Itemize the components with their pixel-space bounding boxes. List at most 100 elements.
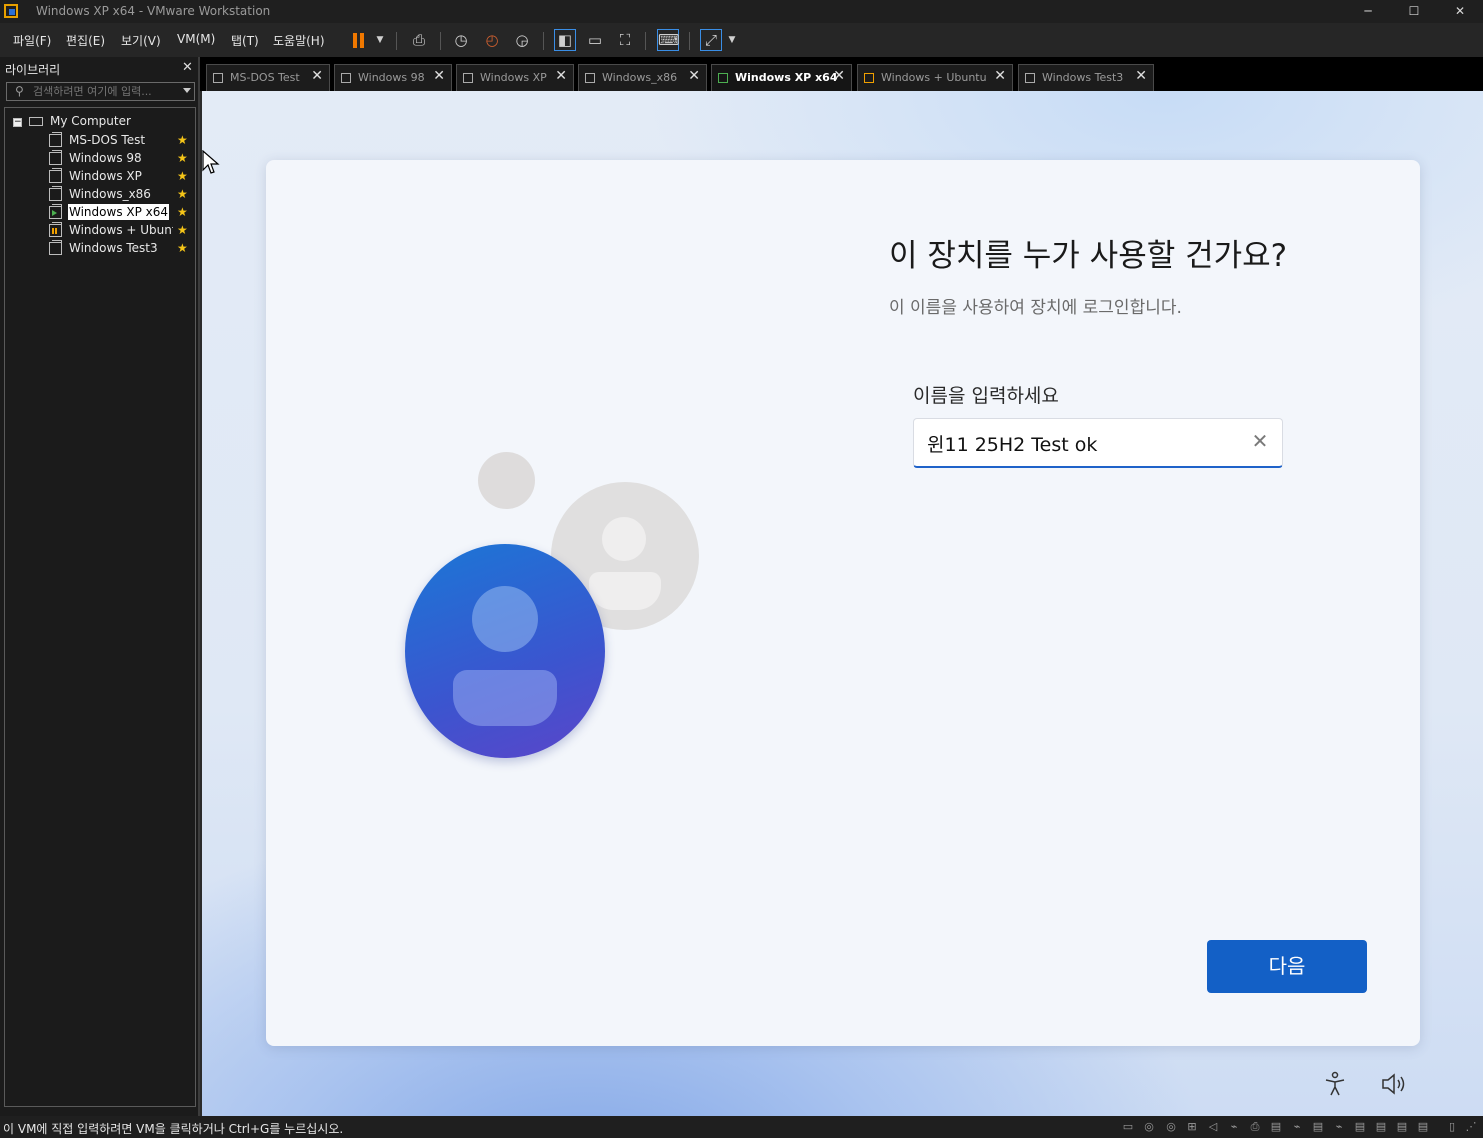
vm-paused-icon <box>49 222 62 237</box>
removable-device-2-icon[interactable]: ▤ <box>1311 1120 1325 1133</box>
printer-icon[interactable]: ⎙ <box>1248 1120 1262 1133</box>
accessibility-icon[interactable] <box>1322 1071 1348 1097</box>
tree-item-windows-xp[interactable]: Windows XP ★ <box>49 168 195 185</box>
cd-dvd-2-icon[interactable]: ◎ <box>1164 1120 1178 1133</box>
tab-windows-test3[interactable]: Windows Test3 ✕ <box>1018 64 1154 91</box>
close-window-button[interactable]: ✕ <box>1437 0 1483 23</box>
decorative-dot <box>478 452 535 509</box>
vmware-app-icon[interactable] <box>4 4 18 18</box>
menu-view[interactable]: 보기(V) <box>121 32 161 49</box>
oobe-dialog: 이 장치를 누가 사용할 건가요? 이 이름을 사용하여 장치에 로그인합니다.… <box>266 160 1420 1046</box>
avatar-head <box>472 586 538 652</box>
removable-device-5-icon[interactable]: ▤ <box>1395 1120 1409 1133</box>
accessibility-glyph <box>1325 1071 1345 1096</box>
menu-file[interactable]: 파일(F) <box>13 32 51 49</box>
tab-label: Windows Test3 <box>1042 71 1124 84</box>
cd-dvd-icon[interactable]: ◎ <box>1142 1120 1156 1133</box>
users-illustration <box>404 450 704 770</box>
clear-text-icon[interactable]: ✕ <box>1248 429 1272 453</box>
hard-disk-icon[interactable]: ▭ <box>1121 1120 1135 1133</box>
favorite-star-icon: ★ <box>177 151 188 165</box>
removable-device-6-icon[interactable]: ▤ <box>1416 1120 1430 1133</box>
tab-ms-dos-test[interactable]: MS-DOS Test ✕ <box>206 64 330 91</box>
menu-tabs[interactable]: 탭(T) <box>231 32 259 49</box>
tab-close-icon[interactable]: ✕ <box>311 68 323 84</box>
network-icon[interactable]: ⊞ <box>1185 1120 1199 1133</box>
message-log-icon[interactable]: ▯ <box>1445 1120 1459 1133</box>
resize-grip-icon[interactable]: ⋰ <box>1464 1120 1478 1133</box>
usb-2-icon[interactable]: ⌁ <box>1290 1120 1304 1133</box>
computer-icon <box>29 117 43 126</box>
minimize-button[interactable]: ─ <box>1345 0 1391 23</box>
primary-user-avatar-icon <box>405 544 605 758</box>
next-button[interactable]: 다음 <box>1207 940 1367 993</box>
tab-close-icon[interactable]: ✕ <box>688 68 700 84</box>
avatar-head <box>602 517 646 561</box>
snapshot-manager-icon[interactable]: ◶ <box>511 29 533 51</box>
vm-tab-strip: MS-DOS Test ✕ Windows 98 ✕ Windows XP ✕ … <box>200 57 1483 91</box>
stretch-dropdown-icon[interactable]: ▼ <box>724 29 740 51</box>
menu-edit[interactable]: 편집(E) <box>66 32 105 49</box>
revert-snapshot-icon[interactable]: ◴ <box>481 29 503 51</box>
tab-windows-98[interactable]: Windows 98 ✕ <box>334 64 452 91</box>
tab-windows-x86[interactable]: Windows_x86 ✕ <box>578 64 707 91</box>
volume-icon[interactable] <box>1380 1071 1410 1097</box>
pause-icon[interactable] <box>348 29 370 51</box>
removable-device-3-icon[interactable]: ▤ <box>1353 1120 1367 1133</box>
tab-close-icon[interactable]: ✕ <box>433 68 445 84</box>
tab-close-icon[interactable]: ✕ <box>994 68 1006 84</box>
favorite-star-icon: ★ <box>177 133 188 147</box>
show-library-icon[interactable]: ◧ <box>554 29 576 51</box>
sound-icon[interactable]: ◁ <box>1206 1120 1220 1133</box>
tree-root-label: My Computer <box>50 114 131 128</box>
tab-label: Windows 98 <box>358 71 425 84</box>
console-view-icon[interactable]: ⌨ <box>657 29 680 51</box>
library-search[interactable]: ⚲ <box>6 82 195 101</box>
tab-close-icon[interactable]: ✕ <box>555 68 567 84</box>
name-field[interactable]: ✕ <box>913 418 1283 468</box>
favorite-star-icon: ★ <box>177 205 188 219</box>
send-ctrl-alt-del-icon[interactable]: ⎙ <box>408 29 430 51</box>
tab-windows-ubuntu[interactable]: Windows + Ubuntu ✕ <box>857 64 1013 91</box>
usb-3-icon[interactable]: ⌁ <box>1332 1120 1346 1133</box>
tree-item-windows-x86[interactable]: Windows_x86 ★ <box>49 186 195 203</box>
library-search-input[interactable] <box>33 84 181 99</box>
avatar-body <box>589 572 661 610</box>
status-message: 이 VM에 직접 입력하려면 VM을 클릭하거나 Ctrl+G를 누르십시오. <box>3 1122 344 1136</box>
tree-item-windows-xp-x64[interactable]: Windows XP x64 ★ <box>49 204 195 221</box>
vm-icon <box>585 73 595 83</box>
removable-device-icon[interactable]: ▤ <box>1269 1120 1283 1133</box>
tree-item-ms-dos-test[interactable]: MS-DOS Test ★ <box>49 132 195 149</box>
library-close-icon[interactable]: ✕ <box>182 60 193 75</box>
snapshot-icon[interactable]: ◷ <box>450 29 472 51</box>
tree-item-label: Windows + Ubuntu <box>69 223 173 237</box>
tree-item-windows-ubuntu[interactable]: Windows + Ubuntu ★ <box>49 222 195 239</box>
tab-close-icon[interactable]: ✕ <box>1135 68 1147 84</box>
favorite-star-icon: ★ <box>177 169 188 183</box>
menu-help[interactable]: 도움말(H) <box>273 32 325 49</box>
favorite-star-icon: ★ <box>177 187 188 201</box>
vm-icon <box>49 168 62 183</box>
vm-icon <box>49 150 62 165</box>
full-screen-icon[interactable]: ⛶ <box>614 29 636 51</box>
search-dropdown-icon[interactable] <box>183 88 191 93</box>
stretch-guest-icon[interactable]: ⤢ <box>700 29 722 51</box>
tab-close-icon[interactable]: ✕ <box>833 68 845 84</box>
pause-dropdown-icon[interactable]: ▼ <box>372 29 388 51</box>
name-input[interactable] <box>927 430 1237 456</box>
vm-icon <box>213 73 223 83</box>
collapse-icon[interactable]: − <box>13 118 22 127</box>
usb-icon[interactable]: ⌁ <box>1227 1120 1241 1133</box>
toolbar-separator <box>396 32 397 50</box>
menu-vm[interactable]: VM(M) <box>177 32 215 46</box>
tree-item-windows-test3[interactable]: Windows Test3 ★ <box>49 240 195 257</box>
tab-windows-xp[interactable]: Windows XP ✕ <box>456 64 574 91</box>
maximize-button[interactable]: ☐ <box>1391 0 1437 23</box>
thumbnail-bar-icon[interactable]: ▭ <box>584 29 606 51</box>
vm-console-screen[interactable]: 이 장치를 누가 사용할 건가요? 이 이름을 사용하여 장치에 로그인합니다.… <box>202 91 1483 1116</box>
tree-item-label: Windows Test3 <box>69 241 158 255</box>
removable-device-4-icon[interactable]: ▤ <box>1374 1120 1388 1133</box>
tree-item-windows-98[interactable]: Windows 98 ★ <box>49 150 195 167</box>
tab-windows-xp-x64[interactable]: Windows XP x64 ✕ <box>711 64 852 91</box>
tab-label: MS-DOS Test <box>230 71 300 84</box>
